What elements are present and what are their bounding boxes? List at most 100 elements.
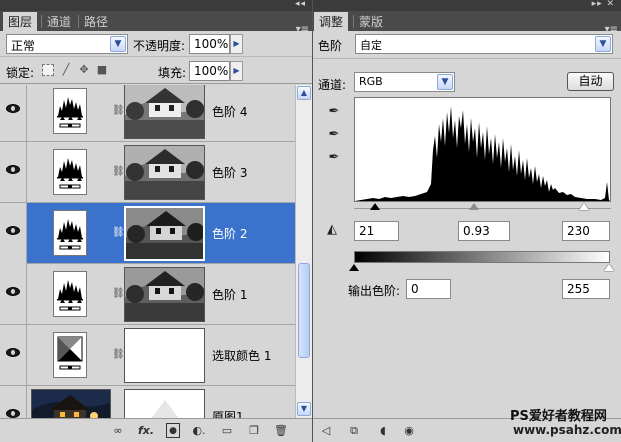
white-eyedropper-icon[interactable]: ✒ [325, 149, 343, 167]
clipping-warning-icon[interactable]: ◭ [321, 221, 343, 239]
output-black-field[interactable]: 0 [406, 279, 451, 299]
layer-image-thumbnail[interactable] [31, 389, 111, 418]
adjustments-panel-tabs: 调整 蒙版 ▾≡ [313, 11, 621, 35]
selective-color-adjustment-icon[interactable] [53, 332, 87, 378]
visibility-toggle[interactable] [0, 264, 27, 325]
chain-link-icon[interactable]: ⛓ [112, 349, 125, 361]
output-white-field[interactable]: 255 [562, 279, 610, 299]
scrollbar-thumb[interactable] [298, 263, 310, 358]
chain-link-icon[interactable]: ⛓ [112, 288, 125, 300]
gray-eyedropper-icon[interactable]: ✒ [325, 126, 343, 144]
trash-icon[interactable]: 🗑 [273, 423, 289, 438]
levels-adjustment-icon[interactable] [53, 210, 87, 256]
view-previous-icon[interactable]: ◉ [401, 423, 417, 438]
input-black-point-slider[interactable] [370, 203, 380, 210]
channel-label: 通道: [318, 78, 347, 92]
new-layer-icon[interactable]: ❐ [246, 423, 262, 438]
visibility-toggle[interactable] [0, 386, 27, 418]
link-layers-icon[interactable]: ∞ [110, 423, 126, 438]
blend-mode-select[interactable]: 正常 ▼ [6, 34, 128, 54]
back-arrow-icon[interactable]: ◁ [318, 423, 334, 438]
group-folder-icon[interactable]: ▭ [219, 423, 235, 438]
tab-channels[interactable]: 通道 [42, 12, 76, 31]
chevron-down-icon[interactable]: ▼ [110, 36, 126, 52]
visibility-toggle[interactable] [0, 85, 27, 142]
panel-collapse-icon[interactable]: ◂◂ [295, 0, 306, 9]
channel-select[interactable]: RGB ▼ [354, 72, 455, 92]
layer-mask-thumbnail[interactable] [124, 85, 205, 139]
layer-name[interactable]: 色阶 2 [212, 225, 247, 242]
input-gamma-slider[interactable] [469, 203, 480, 210]
output-black-slider[interactable] [349, 264, 359, 271]
layer-name[interactable]: 选取颜色 1 [212, 347, 271, 364]
layer-row-selective-color-1[interactable]: ⛓ 选取颜色 1 [0, 325, 295, 386]
adjustment-layer-icon[interactable]: ◐. [191, 423, 207, 438]
scroll-up-icon[interactable]: ▲ [297, 86, 311, 100]
visibility-toggle[interactable] [0, 142, 27, 203]
input-levels-slider-track[interactable] [354, 208, 611, 209]
chevron-down-icon[interactable]: ▼ [437, 74, 453, 90]
input-white-point-slider[interactable] [579, 203, 589, 210]
input-gamma-field[interactable]: 0.93 [458, 221, 510, 241]
chain-link-icon[interactable]: ⛓ [112, 166, 125, 178]
panel-collapse-icon[interactable]: ▸▸ ✕ [592, 0, 615, 9]
layer-row-levels-3[interactable]: ⛓ 色阶 3 [0, 142, 295, 203]
levels-adjustment-icon[interactable] [53, 88, 87, 134]
input-white-field[interactable]: 230 [562, 221, 610, 241]
layer-row-levels-2[interactable]: ⛓ 色阶 2 [0, 203, 295, 264]
layers-panel-footer: ∞ fx. ● ◐. ▭ ❐ 🗑 [0, 418, 312, 442]
preset-value: 自定 [360, 39, 382, 52]
black-eyedropper-icon[interactable]: ✒ [325, 103, 343, 121]
eye-icon [6, 226, 20, 235]
opacity-slider-button[interactable]: ▶ [230, 34, 243, 54]
preset-select[interactable]: 自定 ▼ [355, 34, 613, 54]
histogram-graph [355, 106, 610, 201]
lock-all-icon[interactable]: ■ [96, 64, 108, 76]
tab-layers[interactable]: 图层 [3, 12, 38, 31]
chain-link-icon[interactable]: ⛓ [112, 105, 125, 117]
tab-paths[interactable]: 路径 [79, 12, 113, 31]
watermark-title: PS爱好者教程网 [510, 409, 607, 424]
layer-mask-thumbnail[interactable] [124, 206, 205, 261]
lock-brush-icon[interactable]: ╱ [60, 64, 72, 76]
tab-masks[interactable]: 蒙版 [354, 12, 388, 31]
tab-adjustments[interactable]: 调整 [314, 12, 349, 31]
output-white-slider[interactable] [604, 264, 614, 271]
layer-row-levels-1[interactable]: ⛓ 色阶 1 [0, 264, 295, 325]
fill-label: 填充: [158, 66, 187, 80]
layer-list-scrollbar[interactable]: ▲ ▼ [295, 85, 312, 418]
layer-name[interactable]: 色阶 3 [212, 164, 247, 181]
watermark-url: www.psahz.com [513, 423, 621, 437]
layers-panel-tabs: 图层 通道 路径 ▾≡ [0, 11, 312, 35]
preview-toggle-icon[interactable]: ◖ [375, 423, 391, 438]
opacity-input[interactable]: 100% [189, 34, 230, 54]
layer-name[interactable]: 色阶 1 [212, 286, 247, 303]
fill-slider-button[interactable]: ▶ [230, 61, 243, 81]
clip-to-layer-icon[interactable]: ⧉ [346, 423, 362, 438]
lock-transparent-icon[interactable] [42, 64, 54, 76]
auto-button[interactable]: 自动 [567, 72, 614, 91]
scroll-down-icon[interactable]: ▼ [297, 402, 311, 416]
blend-mode-value: 正常 [11, 39, 36, 53]
input-black-field[interactable]: 21 [354, 221, 399, 241]
visibility-toggle[interactable] [0, 325, 27, 386]
levels-adjustment-icon[interactable] [53, 149, 87, 195]
layer-mask-thumbnail[interactable] [124, 389, 205, 418]
levels-adjustment-icon[interactable] [53, 271, 87, 317]
layer-name[interactable]: 色阶 4 [212, 103, 247, 120]
visibility-toggle[interactable] [0, 203, 27, 264]
chevron-down-icon[interactable]: ▼ [595, 36, 611, 52]
layer-row-levels-4[interactable]: ⛓ 色阶 4 [0, 85, 295, 142]
layer-row-original-image[interactable]: 原图1 [0, 386, 295, 418]
layer-name[interactable]: 原图1 [212, 408, 244, 418]
channel-value: RGB [359, 75, 383, 88]
layer-mask-thumbnail[interactable] [124, 267, 205, 322]
fx-icon[interactable]: fx. [136, 423, 156, 438]
layer-mask-thumbnail[interactable] [124, 328, 205, 383]
layer-mask-thumbnail[interactable] [124, 145, 205, 200]
add-mask-icon[interactable]: ● [166, 423, 180, 438]
fill-input[interactable]: 100% [189, 61, 230, 81]
adjustments-panel-titlebar: ▸▸ ✕ [313, 0, 621, 11]
chain-link-icon[interactable]: ⛓ [112, 227, 125, 239]
lock-move-icon[interactable]: ✥ [78, 64, 90, 76]
